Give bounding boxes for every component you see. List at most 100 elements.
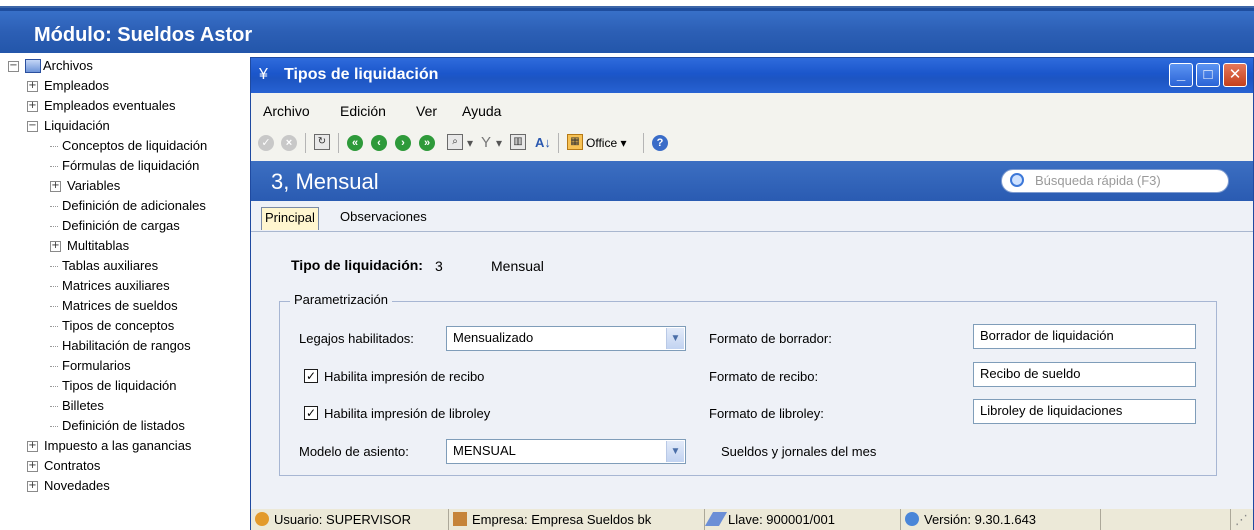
menu-ayuda[interactable]: Ayuda <box>462 103 501 119</box>
tab-observaciones[interactable]: Observaciones <box>337 207 430 230</box>
tab-principal[interactable]: Principal <box>261 207 319 230</box>
menu-edicion[interactable]: Edición <box>340 103 386 119</box>
tree-item[interactable]: Habilitación de rangos <box>50 336 191 356</box>
tipos-de-liquidacion-window: ¥ Tipos de liquidación _ □ ✕ Archivo Edi… <box>250 57 1254 530</box>
recibo-format-field[interactable]: Recibo de sueldo <box>973 362 1196 387</box>
modelo-label: Modelo de asiento: <box>299 444 409 459</box>
window-title-bar[interactable]: ¥ Tipos de liquidación _ □ ✕ <box>251 58 1253 93</box>
tree-item[interactable]: + Variables <box>50 176 120 196</box>
legajos-label: Legajos habilitados: <box>299 331 414 346</box>
tree-item[interactable]: + Novedades <box>27 476 110 496</box>
status-empresa-text: Empresa: Empresa Sueldos bk <box>472 512 652 527</box>
magnifier-icon <box>1010 173 1024 187</box>
expand-icon[interactable]: + <box>27 480 38 492</box>
tree-item[interactable]: + Multitablas <box>50 236 129 256</box>
tree-item[interactable]: Matrices de sueldos <box>50 296 178 316</box>
confirm-icon[interactable]: ✓ <box>258 135 274 151</box>
tree-item[interactable]: Definición de listados <box>50 416 185 436</box>
columns-icon[interactable]: ▥ <box>510 134 526 150</box>
first-record-icon[interactable]: « <box>347 135 363 151</box>
status-llave: Llave: 900001/001 <box>705 509 901 530</box>
tree-item[interactable]: + Empleados eventuales <box>27 96 176 116</box>
window-app-icon: ¥ <box>259 66 268 83</box>
status-llave-text: Llave: 900001/001 <box>728 512 835 527</box>
sort-icon[interactable]: A↓ <box>535 134 551 152</box>
maximize-button[interactable]: □ <box>1196 63 1220 87</box>
borrador-field[interactable]: Borrador de liquidación <box>973 324 1196 349</box>
office-icon[interactable]: ▦ <box>567 134 583 150</box>
recibo-checkbox[interactable]: ✓ <box>304 369 318 383</box>
info-icon <box>905 512 919 526</box>
toolbar-separator <box>338 133 339 153</box>
tree-item[interactable]: − Liquidación <box>27 116 110 136</box>
tree-item[interactable]: − Archivos <box>8 56 93 76</box>
tree-item[interactable]: Formularios <box>50 356 131 376</box>
menu-archivo[interactable]: Archivo <box>263 103 310 119</box>
key-icon <box>705 512 728 526</box>
tree-connector <box>50 285 58 287</box>
modelo-combo[interactable]: MENSUAL ▼ <box>446 439 686 464</box>
tree-connector <box>50 225 58 227</box>
libroley-format-field[interactable]: Libroley de liquidaciones <box>973 399 1196 424</box>
tree-item[interactable]: Definición de cargas <box>50 216 180 236</box>
tree-item-label: Definición de adicionales <box>62 198 206 213</box>
tree-item[interactable]: Tablas auxiliares <box>50 256 158 276</box>
tree-item[interactable]: Conceptos de liquidación <box>50 136 207 156</box>
tree-item[interactable]: Fórmulas de liquidación <box>50 156 199 176</box>
minimize-button[interactable]: _ <box>1169 63 1193 87</box>
tree-item[interactable]: Definición de adicionales <box>50 196 206 216</box>
status-usuario: Usuario: SUPERVISOR <box>251 509 449 530</box>
tree-item[interactable]: Tipos de liquidación <box>50 376 176 396</box>
tree-item-label: Matrices de sueldos <box>62 298 178 313</box>
quick-search-input[interactable]: Búsqueda rápida (F3) <box>1001 169 1229 193</box>
record-header: 3, Mensual Búsqueda rápida (F3) <box>251 161 1253 201</box>
next-record-icon[interactable]: › <box>395 135 411 151</box>
tree-item-label: Contratos <box>44 458 101 473</box>
libroley-format-label: Formato de libroley: <box>709 406 824 421</box>
tree-item[interactable]: + Empleados <box>27 76 109 96</box>
office-label: Office <box>586 136 618 150</box>
office-button[interactable]: Office ▾ <box>586 134 626 152</box>
help-icon[interactable]: ? <box>652 135 668 151</box>
expand-icon[interactable]: + <box>50 240 61 252</box>
tree-connector <box>50 365 58 367</box>
tree-connector <box>50 385 58 387</box>
expand-icon[interactable]: + <box>27 80 38 92</box>
modelo-description: Sueldos y jornales del mes <box>721 444 877 459</box>
close-button[interactable]: ✕ <box>1223 63 1247 87</box>
expand-icon[interactable]: + <box>50 180 61 192</box>
expand-icon[interactable]: + <box>27 460 38 472</box>
tree-item-label: Liquidación <box>44 118 110 133</box>
status-version-text: Versión: 9.30.1.643 <box>924 512 1037 527</box>
tree-connector <box>50 425 58 427</box>
tree-item[interactable]: Matrices auxiliares <box>50 276 170 296</box>
filter-icon[interactable]: Y <box>481 134 491 152</box>
search-record-icon[interactable]: ⌕ <box>447 134 463 150</box>
status-empresa: Empresa: Empresa Sueldos bk <box>449 509 705 530</box>
search-dropdown-icon[interactable]: ▾ <box>467 134 473 152</box>
libroley-checkbox[interactable]: ✓ <box>304 406 318 420</box>
legajos-combo[interactable]: Mensualizado ▼ <box>446 326 686 351</box>
chevron-down-icon[interactable]: ▼ <box>666 441 684 462</box>
filter-dropdown-icon[interactable]: ▾ <box>496 134 502 152</box>
tree-item[interactable]: Billetes <box>50 396 104 416</box>
cancel-icon[interactable]: × <box>281 135 297 151</box>
tree-item-label: Empleados eventuales <box>44 98 176 113</box>
tree-item-label: Archivos <box>43 58 93 73</box>
refresh-icon[interactable]: ↻ <box>314 134 330 150</box>
last-record-icon[interactable]: » <box>419 135 435 151</box>
previous-record-icon[interactable]: ‹ <box>371 135 387 151</box>
tree-item[interactable]: + Contratos <box>27 456 100 476</box>
building-icon <box>453 512 467 526</box>
collapse-icon[interactable]: − <box>27 120 38 132</box>
tree-item-label: Formularios <box>62 358 131 373</box>
tree-item[interactable]: Tipos de conceptos <box>50 316 174 336</box>
tree-item[interactable]: + Impuesto a las ganancias <box>27 436 191 456</box>
expand-icon[interactable]: + <box>27 100 38 112</box>
collapse-icon[interactable]: − <box>8 60 19 72</box>
chevron-down-icon[interactable]: ▼ <box>666 328 684 349</box>
menu-ver[interactable]: Ver <box>416 103 437 119</box>
status-empty <box>1101 509 1231 530</box>
resize-grip-icon[interactable]: ⋰ <box>1231 509 1253 530</box>
expand-icon[interactable]: + <box>27 440 38 452</box>
